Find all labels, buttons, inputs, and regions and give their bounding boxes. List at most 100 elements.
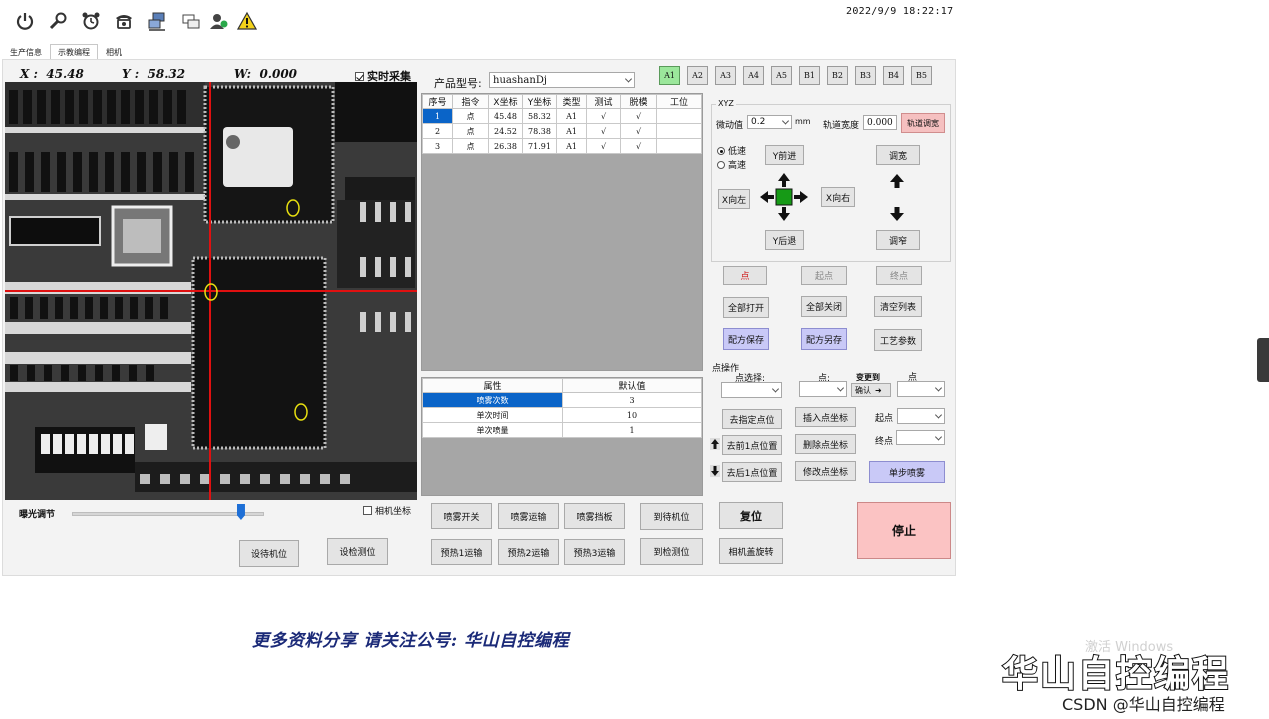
table-cell[interactable]: 点 [452,123,489,139]
narrow-button[interactable]: 调窄 [876,230,920,250]
tab-production-info[interactable]: 生产信息 [2,44,50,60]
points-table[interactable]: 序号 指令 X坐标 Y坐标 类型 测试 脱模 工位 1 点 45.48 58.3… [421,93,703,371]
camera-coordinate-checkbox[interactable]: 相机坐标 [363,504,411,517]
alarm-clock-icon[interactable] [80,10,102,32]
product-model-select[interactable]: huashanDj [489,72,635,88]
power-icon[interactable] [14,10,36,32]
position-button-a2[interactable]: A2 [687,66,708,85]
table-cell[interactable]: 58.32 [522,108,557,124]
reset-button[interactable]: 复位 [719,502,783,529]
save-recipe-button[interactable]: 配方保存 [723,328,769,350]
point-dropdown[interactable] [799,381,847,397]
checkbox[interactable] [363,506,372,515]
table-cell[interactable]: 喷雾次数 [422,392,563,408]
x-right-button[interactable]: X向右 [821,187,855,207]
position-button-b1[interactable]: B1 [799,66,820,85]
modify-point-button[interactable]: 修改点坐标 [795,461,856,481]
position-button-a5[interactable]: A5 [771,66,792,85]
position-button-a4[interactable]: A4 [743,66,764,85]
jog-direction-pad[interactable] [758,171,810,223]
position-button-b3[interactable]: B3 [855,66,876,85]
speed-high-radio[interactable]: 高速 [717,158,746,171]
table-cell[interactable]: 1 [562,422,702,438]
goto-point-button[interactable]: 去指定点位 [722,409,782,429]
end-point-dropdown[interactable] [896,430,945,445]
realtime-checkbox-box[interactable] [355,72,364,81]
clear-list-button[interactable]: 清空列表 [874,296,922,317]
track-adjust-button[interactable]: 轨道调宽 [901,113,945,133]
table-cell[interactable]: √ [620,123,657,139]
table-row[interactable]: 单次喷量 1 [422,422,702,438]
properties-table[interactable]: 属性 默认值 喷雾次数 3 单次时间 10 单次喷量 1 [421,377,703,496]
preheat1-transport-button[interactable]: 预热1运输 [431,539,492,565]
to-detect-position-button[interactable]: 到检测位 [640,538,703,565]
table-cell[interactable]: 3 [422,138,453,154]
table-cell[interactable]: 45.48 [488,108,523,124]
camera-cover-rotate-button[interactable]: 相机盖旋转 [719,538,783,564]
next-point-button[interactable]: 去后1点位置 [722,462,782,482]
user-icon[interactable] [208,10,230,32]
jog-value-select[interactable]: 0.2 [747,115,792,129]
point-select-dropdown[interactable] [721,382,782,398]
end-point-mode-button[interactable]: 终点 [876,266,922,285]
camera-view[interactable] [5,82,417,500]
preheat2-transport-button[interactable]: 预热2运输 [498,539,559,565]
radio-button[interactable] [717,147,725,155]
prev-point-button[interactable]: 去前1点位置 [722,435,782,455]
y-forward-button[interactable]: Y前进 [765,145,804,165]
windows-icon[interactable] [180,10,202,32]
table-cell[interactable]: √ [586,123,621,139]
wrench-icon[interactable] [47,10,69,32]
spray-baffle-button[interactable]: 喷雾挡板 [564,503,625,529]
table-row[interactable]: 2 点 24.52 78.38 A1 √ √ [422,123,702,139]
insert-point-button[interactable]: 插入点坐标 [795,407,856,427]
table-cell[interactable]: √ [586,108,621,124]
position-button-b5[interactable]: B5 [911,66,932,85]
table-cell[interactable]: 71.91 [522,138,557,154]
position-button-a1[interactable]: A1 [659,66,680,85]
table-cell[interactable]: √ [620,138,657,154]
table-cell[interactable]: √ [620,108,657,124]
table-cell[interactable]: A1 [556,108,587,124]
target-point-dropdown[interactable] [897,381,945,397]
spray-transport-button[interactable]: 喷雾运输 [498,503,559,529]
confirm-button[interactable]: 确认 ➜ [851,383,891,397]
set-wait-position-button[interactable]: 设待机位 [239,540,299,567]
step-spray-button[interactable]: 单步喷雾 [869,461,945,483]
position-button-b4[interactable]: B4 [883,66,904,85]
table-cell[interactable]: 单次时间 [422,407,563,423]
save-recipe-as-button[interactable]: 配方另存 [801,328,847,350]
warning-icon[interactable] [236,10,258,32]
x-left-button[interactable]: X向左 [718,189,750,209]
speed-low-radio[interactable]: 低速 [717,144,746,157]
arrow-down-icon[interactable] [889,206,905,222]
tab-teach-programming[interactable]: 示教编程 [50,44,98,60]
arrow-up-icon[interactable] [889,173,905,189]
table-cell[interactable]: 单次喷量 [422,422,563,438]
table-row[interactable]: 3 点 26.38 71.91 A1 √ √ [422,138,702,154]
table-cell[interactable] [656,138,702,154]
table-row[interactable]: 单次时间 10 [422,407,702,423]
table-cell[interactable]: A1 [556,123,587,139]
table-cell[interactable]: 1 [422,108,453,124]
table-row[interactable]: 喷雾次数 3 [422,392,702,408]
radio-button[interactable] [717,161,725,169]
widen-button[interactable]: 调宽 [876,145,920,165]
table-cell[interactable]: 点 [452,138,489,154]
delete-point-button[interactable]: 删除点坐标 [795,434,856,454]
track-width-input[interactable]: 0.000 [863,115,897,130]
table-cell[interactable]: A1 [556,138,587,154]
set-detect-position-button[interactable]: 设检测位 [327,538,388,565]
position-button-b2[interactable]: B2 [827,66,848,85]
tab-camera[interactable]: 相机 [98,44,130,60]
table-cell[interactable]: 24.52 [488,123,523,139]
y-backward-button[interactable]: Y后退 [765,230,804,250]
side-panel-toggle[interactable] [1257,338,1269,382]
table-cell[interactable]: 78.38 [522,123,557,139]
table-cell[interactable]: 10 [562,407,702,423]
point-mode-button[interactable]: 点 [723,266,767,285]
to-wait-position-button[interactable]: 到待机位 [640,503,703,530]
start-point-dropdown[interactable] [897,408,945,424]
open-all-button[interactable]: 全部打开 [723,297,769,318]
table-cell[interactable]: 26.38 [488,138,523,154]
